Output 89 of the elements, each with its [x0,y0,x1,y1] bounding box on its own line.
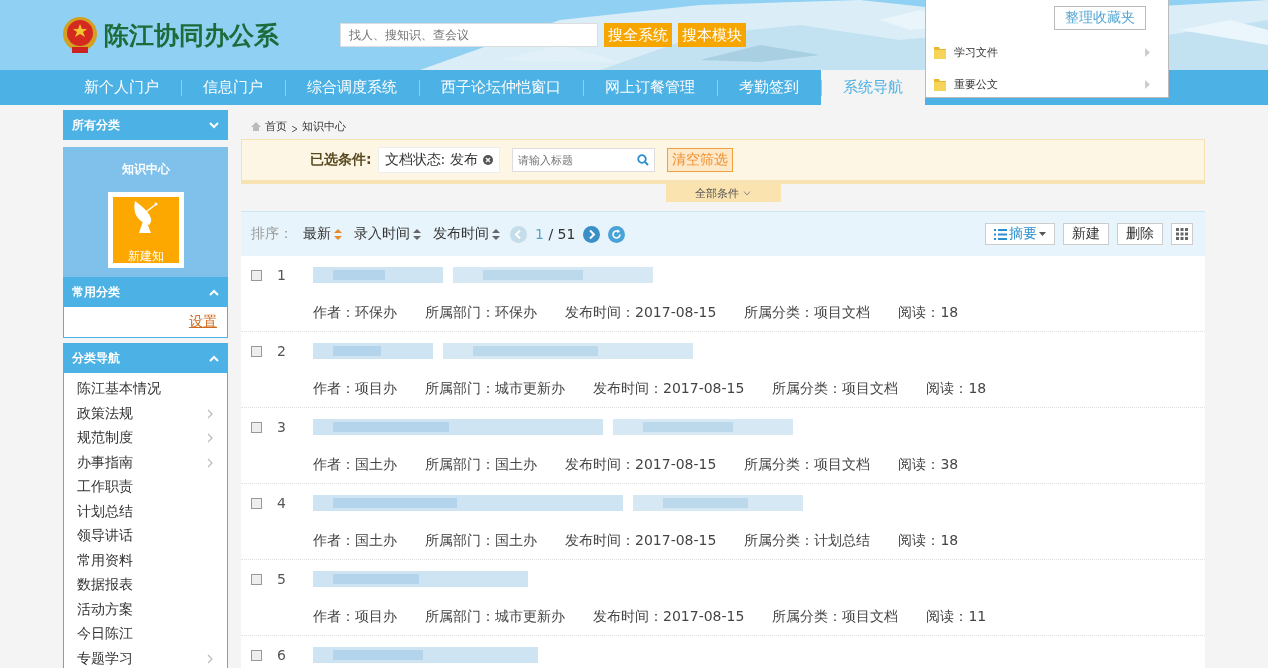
row-checkbox[interactable] [251,421,262,433]
filter-label: 已选条件: [310,151,372,169]
meta-field: 所属部门：国土办 [425,531,537,550]
meta-field: 所属分类：项目文档 [744,303,871,322]
meta-field: 所属部门：环保办 [425,303,537,322]
category-item[interactable]: 陈江基本情况 [64,377,227,402]
meta-field: 阅读：38 [898,455,959,474]
category-item[interactable]: 政策法规 [64,401,227,426]
meta-field: 发布时间：2017-08-15 [593,379,745,398]
meta-field: 发布时间：2017-08-15 [565,531,717,550]
list-icon [994,227,1007,241]
category-item[interactable]: 计划总结 [64,499,227,524]
row-number: 6 [277,647,287,663]
meta-field: 所属分类：项目文档 [772,379,899,398]
sort-option[interactable]: 录入时间 [352,225,423,243]
sort-option[interactable]: 发布时间 [431,225,502,243]
previous-page-icon[interactable] [510,225,527,243]
meta-field: 所属分类：计划总结 [744,531,871,550]
chevron-down-icon [743,190,751,196]
row-checkbox[interactable] [251,269,262,281]
meta-field: 所属部门：国土办 [425,455,537,474]
category-item[interactable]: 活动方案 [64,597,227,622]
category-item[interactable]: 数据报表 [64,573,227,598]
row-number: 2 [277,343,287,359]
menu-item[interactable]: 重要公文 [934,74,1150,94]
meta-field: 作者：国土办 [313,531,397,550]
category-item[interactable]: 办事指南 [64,450,227,475]
meta-field: 作者：环保办 [313,303,397,322]
meta-field: 阅读：11 [926,607,987,626]
meta-field: 发布时间：2017-08-15 [565,455,717,474]
sort-icon [334,228,342,240]
meta-field: 所属分类：项目文档 [744,455,871,474]
row-number: 4 [277,495,287,511]
app-title: 陈江协同办公系 [104,19,280,52]
filter-tag[interactable]: 文档状态: 发布 [377,147,500,173]
row-number: 5 [277,571,287,587]
separator-icon [291,126,298,132]
category-item[interactable]: 工作职责 [64,475,227,500]
meta-field: 作者：国土办 [313,455,397,474]
submenu-arrow-icon [1145,47,1150,57]
meta-field: 作者：项目办 [313,607,397,626]
row-checkbox[interactable] [251,649,262,661]
meta-field: 阅读：18 [898,303,959,322]
sort-icon [492,228,500,240]
sort-icon [413,228,421,240]
page-indicator: 1 / 51 [535,226,576,242]
meta-field: 阅读：18 [926,379,987,398]
home-icon [251,121,261,131]
folder-icon [934,45,946,59]
category-item[interactable]: 今日陈江 [64,622,227,647]
meta-field: 阅读：18 [898,531,959,550]
row-number: 1 [277,267,287,283]
all-conditions-toggle[interactable]: 全部条件 [665,184,781,202]
emblem-icon [62,16,98,54]
category-item[interactable]: 常用资料 [64,548,227,573]
submenu-arrow-icon [1145,79,1150,89]
grid-icon [1176,228,1188,240]
toolbar-button[interactable]: 删除 [1117,223,1163,245]
row-number: 3 [277,419,287,435]
meta-field: 发布时间：2017-08-15 [593,607,745,626]
menu-item[interactable]: 学习文件 [934,42,1150,62]
category-item[interactable]: 规范制度 [64,426,227,451]
breadcrumb-link[interactable]: 知识中心 [302,118,346,134]
toolbar-button[interactable]: 新建 [1063,223,1109,245]
meta-field: 所属部门：城市更新办 [425,379,565,398]
category-item[interactable]: 专题学习 [64,646,227,668]
grid-view-button[interactable] [1171,223,1193,245]
row-checkbox[interactable] [251,573,262,585]
meta-field: 所属分类：项目文档 [772,607,899,626]
folder-icon [934,77,946,91]
view-dropdown[interactable]: 摘要 [985,223,1055,245]
meta-field: 发布时间：2017-08-15 [565,303,717,322]
row-checkbox[interactable] [251,497,262,509]
meta-field: 所属部门：城市更新办 [425,607,565,626]
settings-link[interactable]: 设置 [189,313,217,331]
search-field[interactable]: 找人、搜知识、查会议 [340,23,598,47]
category-item[interactable]: 领导讲话 [64,524,227,549]
sort-label: 排序： [251,225,293,243]
caret-icon [1039,232,1046,236]
row-checkbox[interactable] [251,345,262,357]
remove-icon [482,155,493,165]
sort-option[interactable]: 最新 [301,225,344,243]
next-page-icon[interactable] [583,225,601,243]
breadcrumb-link[interactable]: 首页 [265,118,287,134]
meta-field: 作者：项目办 [313,379,397,398]
module-title: 知识中心 [121,161,170,178]
search-icon [636,154,649,166]
title-search-field[interactable]: 请输入标题 [511,148,655,172]
refresh-icon[interactable] [608,225,626,243]
